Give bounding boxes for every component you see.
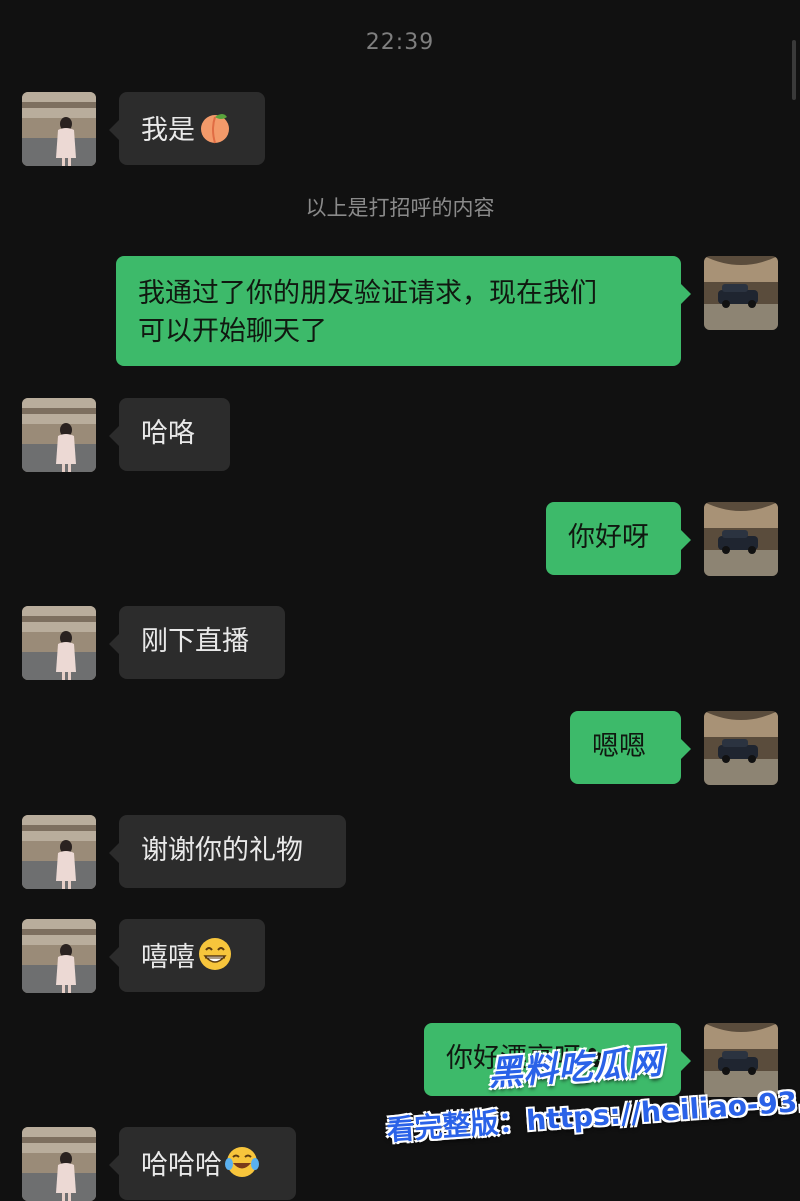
message-text-line: 我通过了你的朋友验证请求，现在我们	[138, 278, 597, 309]
message-text: 我是	[141, 115, 195, 146]
message-text-line: 可以开始聊天了	[138, 316, 327, 347]
message-bubble-incoming[interactable]: 谢谢你的礼物	[109, 815, 346, 888]
my-avatar[interactable]	[704, 711, 778, 785]
message-text: 嗯嗯	[592, 731, 646, 762]
message-text: 刚下直播	[141, 626, 249, 657]
message-bubble-outgoing[interactable]: 我通过了你的朋友验证请求，现在我们 可以开始聊天了	[116, 256, 691, 366]
scrollbar[interactable]	[792, 40, 796, 100]
chat-timestamp: 22:39	[365, 30, 435, 55]
contact-avatar[interactable]	[22, 919, 96, 993]
message-text: 哈哈哈	[141, 1150, 222, 1181]
contact-avatar[interactable]	[22, 92, 96, 166]
my-avatar[interactable]	[704, 256, 778, 330]
contact-avatar[interactable]	[22, 606, 96, 680]
message-bubble-incoming[interactable]: 哈哈哈	[109, 1127, 296, 1200]
contact-avatar[interactable]	[22, 1127, 96, 1201]
message-bubble-incoming[interactable]: 刚下直播	[109, 606, 285, 679]
system-note: 以上是打招呼的内容	[305, 196, 495, 220]
message-text: 谢谢你的礼物	[141, 835, 303, 866]
message-text: 嘻嘻	[141, 942, 195, 973]
message-bubble-incoming[interactable]: 哈咯	[109, 398, 230, 471]
message-bubble-outgoing[interactable]: 你好呀	[546, 502, 691, 575]
grin-emoji	[197, 936, 233, 983]
contact-avatar[interactable]	[22, 815, 96, 889]
message-text: 哈咯	[141, 418, 195, 449]
message-text: 你好呀	[568, 522, 649, 553]
message-bubble-incoming[interactable]: 嘻嘻	[109, 919, 265, 992]
tears-of-joy-emoji	[224, 1144, 260, 1191]
message-bubble-incoming[interactable]: 我是	[109, 92, 265, 165]
peach-emoji	[197, 109, 233, 156]
contact-avatar[interactable]	[22, 398, 96, 472]
my-avatar[interactable]	[704, 502, 778, 576]
message-bubble-outgoing[interactable]: 嗯嗯	[570, 711, 691, 784]
